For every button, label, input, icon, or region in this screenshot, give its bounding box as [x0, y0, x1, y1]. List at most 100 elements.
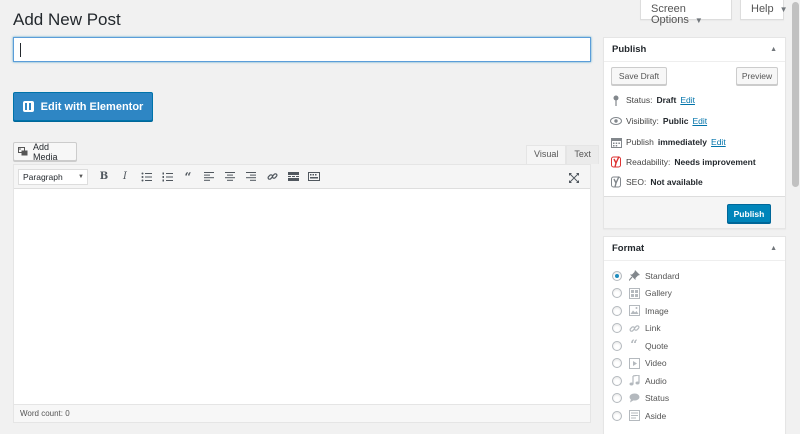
align-right-button[interactable] — [241, 168, 261, 186]
format-box-header[interactable]: Format ▲ — [604, 237, 785, 261]
screen-options-label: Screen Options — [651, 3, 689, 26]
numbered-list-icon — [162, 172, 173, 181]
quote-icon: “ — [184, 169, 192, 184]
editor-mode-tabs: Visual Text — [526, 145, 599, 164]
format-option-quote[interactable]: “ Quote — [604, 337, 785, 355]
format-radio[interactable] — [612, 305, 622, 316]
align-left-button[interactable] — [199, 168, 219, 186]
fullscreen-icon — [569, 173, 579, 183]
add-media-button[interactable]: Add Media — [13, 141, 77, 162]
caret-down-icon: ▼ — [694, 16, 703, 25]
insert-link-button[interactable] — [262, 168, 282, 186]
link-icon — [266, 173, 278, 180]
italic-button[interactable]: I — [115, 168, 135, 186]
italic-icon: I — [123, 171, 127, 182]
calendar-icon — [610, 136, 622, 148]
screen-meta-links: Screen Options ▼ Help ▼ — [640, 0, 788, 26]
format-option-video[interactable]: Video — [604, 355, 785, 373]
align-right-icon — [246, 172, 256, 181]
format-option-standard[interactable]: Standard — [604, 267, 785, 285]
elementor-button-label: Edit with Elementor — [40, 100, 144, 113]
edit-status-link[interactable]: Edit — [680, 95, 695, 105]
format-label: Audio — [645, 375, 667, 386]
format-label: Link — [645, 323, 661, 334]
blockquote-button[interactable]: “ — [178, 168, 198, 186]
save-draft-button[interactable]: Save Draft — [611, 67, 667, 85]
help-label: Help — [751, 3, 774, 15]
format-option-status[interactable]: Status — [604, 390, 785, 408]
scrollbar-thumb[interactable] — [792, 2, 799, 187]
status-value: Draft — [656, 95, 677, 105]
yoast-readability-icon — [610, 156, 622, 168]
readability-value: Needs improvement — [674, 157, 756, 167]
distraction-free-button[interactable] — [564, 169, 584, 187]
word-count: Word count: 0 — [14, 404, 590, 422]
pin-icon — [610, 94, 622, 106]
add-media-label: Add Media — [33, 141, 58, 162]
text-cursor — [20, 43, 21, 57]
post-title-input[interactable] — [13, 37, 591, 62]
publish-box: Publish ▲ Save Draft Preview Status: Dra… — [603, 37, 786, 229]
format-label: Video — [645, 358, 667, 369]
keyboard-icon — [308, 172, 320, 181]
preview-button[interactable]: Preview — [736, 67, 778, 85]
numbered-list-button[interactable] — [157, 168, 177, 186]
format-radio[interactable] — [612, 358, 622, 369]
yoast-seo-icon — [610, 176, 622, 188]
link-icon — [628, 322, 640, 334]
format-label: Status — [645, 393, 670, 404]
editor-toolbar: Paragraph ▼ B I “ — [14, 165, 590, 189]
format-radio[interactable] — [612, 270, 622, 281]
format-label: Aside — [645, 410, 667, 421]
edit-with-elementor-button[interactable]: Edit with Elementor — [13, 92, 153, 121]
toolbar-toggle-button[interactable] — [304, 168, 324, 186]
format-radio[interactable] — [612, 340, 622, 351]
quote-icon: “ — [630, 338, 638, 354]
edit-visibility-link[interactable]: Edit — [692, 116, 707, 126]
format-option-audio[interactable]: Audio — [604, 372, 785, 390]
caret-up-icon[interactable]: ▲ — [770, 46, 777, 53]
visibility-label: Visibility: — [626, 116, 659, 126]
format-radio[interactable] — [612, 393, 622, 404]
tab-text[interactable]: Text — [566, 145, 599, 164]
page-scrollbar[interactable] — [791, 0, 800, 434]
media-icon — [18, 146, 28, 155]
edit-publish-date-link[interactable]: Edit — [711, 137, 726, 147]
format-radio[interactable] — [612, 410, 622, 421]
format-label: Standard — [645, 270, 680, 281]
align-center-icon — [225, 172, 235, 181]
align-center-button[interactable] — [220, 168, 240, 186]
readability-label: Readability: — [626, 157, 671, 167]
format-option-link[interactable]: Link — [604, 320, 785, 338]
format-radio[interactable] — [612, 375, 622, 386]
publish-box-title: Publish — [612, 44, 647, 55]
tab-visual[interactable]: Visual — [526, 145, 567, 164]
align-left-icon — [204, 172, 214, 181]
publish-button[interactable]: Publish — [727, 204, 771, 223]
format-label: Gallery — [645, 288, 672, 299]
format-option-gallery[interactable]: Gallery — [604, 285, 785, 303]
format-radio[interactable] — [612, 323, 622, 334]
status-row: Status: Draft Edit — [610, 93, 695, 107]
video-icon — [628, 357, 640, 369]
help-button[interactable]: Help ▼ — [740, 0, 788, 20]
screen-options-button[interactable]: Screen Options ▼ — [640, 0, 732, 26]
paragraph-format-select[interactable]: Paragraph ▼ — [18, 168, 88, 185]
visibility-row: Visibility: Public Edit — [610, 114, 707, 128]
format-option-image[interactable]: Image — [604, 302, 785, 320]
format-select-value: Paragraph — [23, 171, 63, 182]
publish-date-value: immediately — [657, 137, 708, 147]
eye-icon — [610, 115, 622, 127]
gallery-icon — [628, 287, 640, 299]
format-radio[interactable] — [612, 288, 622, 299]
bullet-list-button[interactable] — [136, 168, 156, 186]
bullet-list-icon — [141, 172, 152, 181]
publish-date-label: Publish — [626, 137, 654, 147]
format-label: Image — [645, 305, 669, 316]
read-more-button[interactable] — [283, 168, 303, 186]
bold-button[interactable]: B — [94, 168, 114, 186]
caret-up-icon[interactable]: ▲ — [770, 245, 777, 252]
publish-box-header[interactable]: Publish ▲ — [604, 38, 785, 62]
status-icon — [628, 392, 640, 404]
format-option-aside[interactable]: Aside — [604, 407, 785, 425]
